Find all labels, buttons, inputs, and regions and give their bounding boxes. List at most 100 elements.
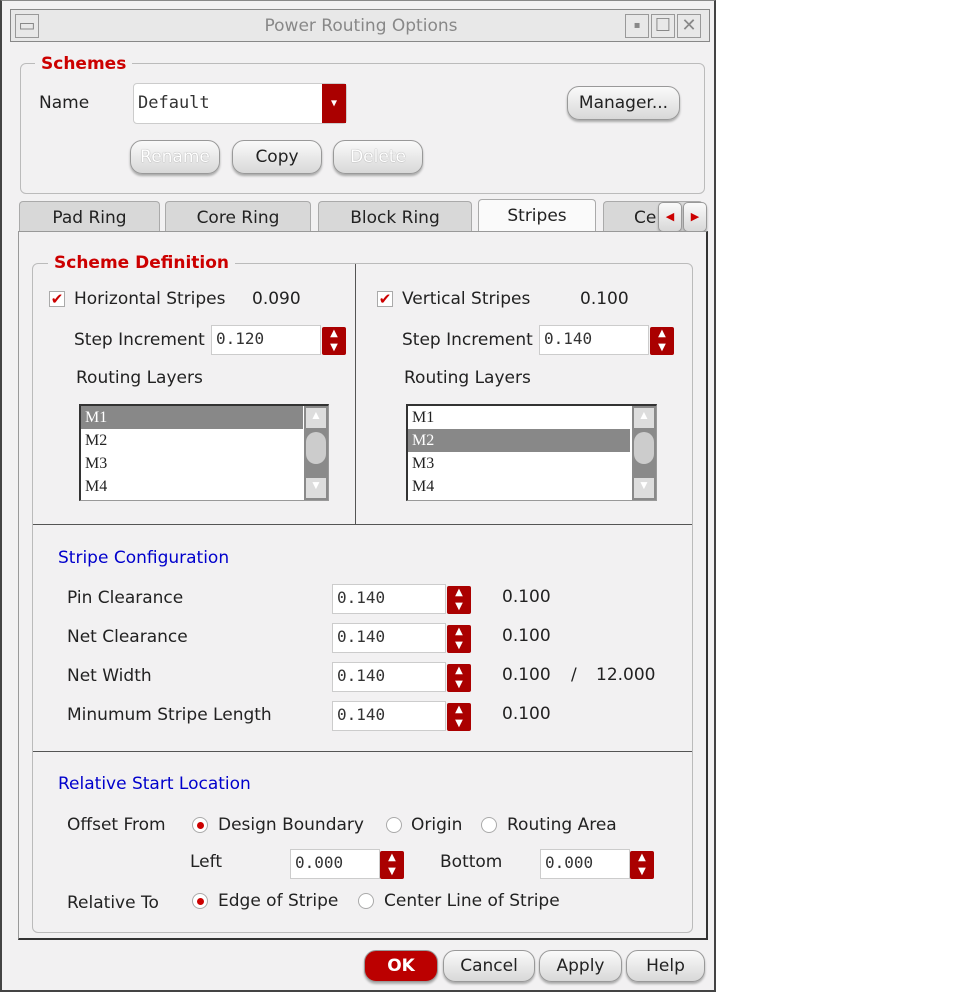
config-min-value: 0.100: [502, 587, 551, 607]
bottom-input[interactable]: 0.000: [540, 849, 630, 879]
h-step-input[interactable]: 0.120: [211, 325, 321, 355]
scroll-up-icon[interactable]: ▲: [634, 408, 654, 428]
list-item[interactable]: M4: [408, 475, 656, 498]
config-spinner-icon[interactable]: ▲ ▼: [447, 625, 471, 653]
config-spinner-icon[interactable]: ▲ ▼: [447, 703, 471, 731]
origin-label[interactable]: Origin: [411, 815, 462, 835]
config-separator: /: [571, 665, 577, 685]
divider: [33, 751, 692, 752]
vertical-stripes-label: Vertical Stripes: [402, 289, 531, 309]
horizontal-stripes-value: 0.090: [252, 289, 301, 309]
tab-block-ring[interactable]: Block Ring: [318, 201, 472, 232]
tab-pad-ring[interactable]: Pad Ring: [19, 201, 160, 232]
bottom-label: Bottom: [440, 852, 503, 872]
routing-area-label[interactable]: Routing Area: [507, 815, 617, 835]
list-item[interactable]: M2: [81, 429, 328, 452]
delete-button[interactable]: Delete: [333, 140, 423, 174]
config-label: Net Width: [67, 666, 152, 686]
scrollbar[interactable]: ▲ ▼: [632, 406, 656, 500]
v-routing-layers-list[interactable]: M1 M2 M3 M4 ▲ ▼: [406, 404, 657, 501]
config-spinner-icon[interactable]: ▲ ▼: [447, 664, 471, 692]
radio-origin[interactable]: [386, 817, 402, 833]
radio-edge-of-stripe[interactable]: [192, 893, 208, 909]
config-input[interactable]: 0.140: [332, 623, 446, 653]
minimize-icon[interactable]: ▪: [625, 14, 649, 38]
stripe-configuration-title: Stripe Configuration: [58, 548, 230, 568]
list-item[interactable]: M3: [408, 452, 656, 475]
radio-routing-area[interactable]: [481, 817, 497, 833]
ok-button[interactable]: OK: [364, 950, 438, 982]
config-max-value: 12.000: [596, 665, 656, 685]
cancel-button[interactable]: Cancel: [443, 950, 535, 982]
list-item[interactable]: M4: [81, 475, 328, 498]
scroll-down-icon[interactable]: ▼: [306, 478, 326, 498]
horizontal-stripes-checkbox[interactable]: ✔: [49, 291, 65, 307]
schemes-legend: Schemes: [35, 54, 133, 74]
center-line-of-stripe-label[interactable]: Center Line of Stripe: [384, 891, 560, 911]
vertical-stripes-value: 0.100: [580, 289, 629, 309]
rename-button[interactable]: Rename: [130, 140, 220, 174]
bottom-spinner-icon[interactable]: ▲ ▼: [630, 851, 654, 879]
radio-design-boundary[interactable]: [192, 817, 208, 833]
h-layers-label: Routing Layers: [76, 368, 203, 388]
list-item[interactable]: M2: [408, 429, 630, 452]
radio-center-line-of-stripe[interactable]: [358, 893, 374, 909]
name-label: Name: [39, 93, 90, 113]
scrollbar[interactable]: ▲ ▼: [304, 406, 328, 500]
help-button[interactable]: Help: [626, 950, 705, 982]
chevron-down-icon[interactable]: ▼: [322, 84, 346, 123]
config-min-value: 0.100: [502, 665, 551, 685]
v-step-label: Step Increment: [402, 330, 533, 350]
config-input[interactable]: 0.140: [332, 701, 446, 731]
left-label: Left: [190, 852, 222, 872]
copy-button[interactable]: Copy: [232, 140, 322, 174]
scroll-thumb[interactable]: [634, 432, 654, 464]
h-step-label: Step Increment: [74, 330, 205, 350]
offset-from-label: Offset From: [67, 815, 166, 835]
config-label: Minumum Stripe Length: [67, 705, 272, 725]
scheme-name-value: Default: [138, 93, 210, 113]
divider: [355, 264, 356, 525]
window-title: Power Routing Options: [264, 16, 458, 36]
divider: [33, 524, 692, 525]
scheme-definition-legend: Scheme Definition: [48, 253, 236, 273]
config-input[interactable]: 0.140: [332, 584, 446, 614]
tab-scroll-right-icon[interactable]: ▶: [683, 202, 707, 232]
vertical-stripes-checkbox[interactable]: ✔: [377, 291, 393, 307]
config-label: Net Clearance: [67, 627, 188, 647]
left-input[interactable]: 0.000: [290, 849, 380, 879]
scroll-down-icon[interactable]: ▼: [634, 478, 654, 498]
config-label: Pin Clearance: [67, 588, 184, 608]
tab-scroll-left-icon[interactable]: ◀: [658, 202, 682, 232]
config-min-value: 0.100: [502, 704, 551, 724]
config-spinner-icon[interactable]: ▲ ▼: [447, 586, 471, 614]
edge-of-stripe-label[interactable]: Edge of Stripe: [218, 891, 338, 911]
scroll-thumb[interactable]: [306, 432, 326, 464]
h-step-spinner-icon[interactable]: ▲ ▼: [322, 327, 346, 355]
close-icon[interactable]: ✕: [677, 14, 701, 38]
scheme-name-combo[interactable]: Default ▼: [133, 83, 347, 124]
schemes-group: [20, 63, 705, 194]
left-spinner-icon[interactable]: ▲ ▼: [380, 851, 404, 879]
horizontal-stripes-label: Horizontal Stripes: [74, 289, 226, 309]
tab-stripes[interactable]: Stripes: [478, 199, 596, 233]
scroll-up-icon[interactable]: ▲: [306, 408, 326, 428]
v-layers-label: Routing Layers: [404, 368, 531, 388]
list-item[interactable]: M1: [408, 406, 656, 429]
v-step-input[interactable]: 0.140: [539, 325, 649, 355]
v-step-spinner-icon[interactable]: ▲ ▼: [650, 327, 674, 355]
relative-start-location-title: Relative Start Location: [58, 774, 251, 794]
h-routing-layers-list[interactable]: M1 M2 M3 M4 ▲ ▼: [79, 404, 329, 501]
title-bar[interactable]: ▭ Power Routing Options ▪ ☐ ✕: [10, 9, 710, 42]
dialog-window: ▭ Power Routing Options ▪ ☐ ✕ Schemes Na…: [0, 0, 716, 992]
design-boundary-label[interactable]: Design Boundary: [218, 815, 364, 835]
list-item[interactable]: M3: [81, 452, 328, 475]
maximize-icon[interactable]: ☐: [651, 14, 675, 38]
list-item[interactable]: M1: [81, 406, 303, 429]
config-input[interactable]: 0.140: [332, 662, 446, 692]
tab-core-ring[interactable]: Core Ring: [165, 201, 311, 232]
apply-button[interactable]: Apply: [539, 950, 622, 982]
config-min-value: 0.100: [502, 626, 551, 646]
relative-to-label: Relative To: [67, 893, 159, 913]
manager-button[interactable]: Manager...: [567, 86, 680, 120]
